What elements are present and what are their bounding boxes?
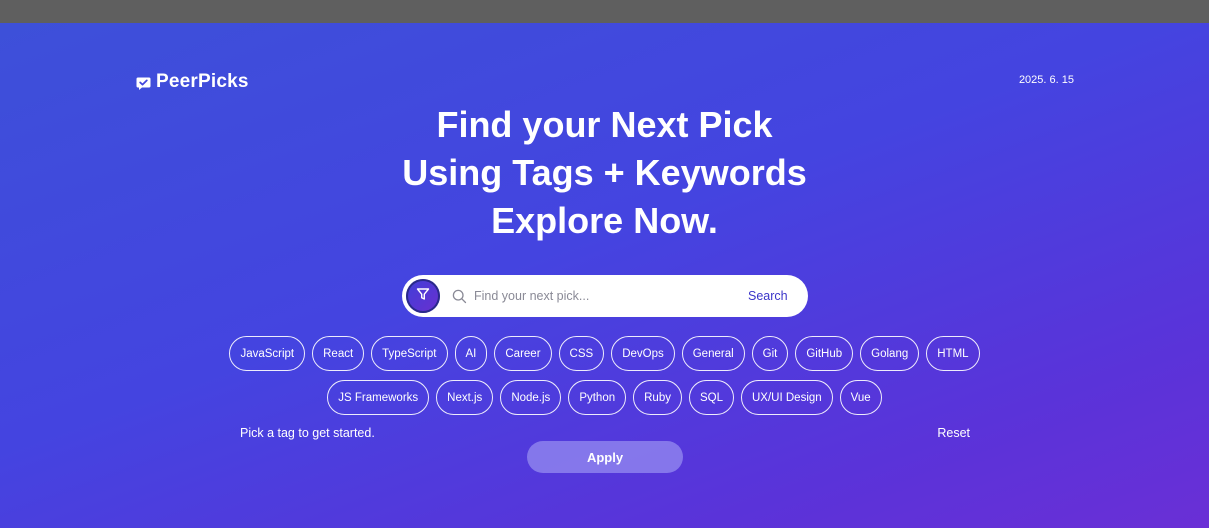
search-bar: Search	[402, 275, 808, 317]
headline-line-3: Explore Now.	[491, 200, 718, 241]
apply-button[interactable]: Apply	[527, 441, 683, 473]
tag-chip[interactable]: HTML	[926, 336, 980, 371]
filter-button[interactable]	[406, 279, 440, 313]
search-input[interactable]	[472, 280, 738, 312]
tag-chip[interactable]: UX/UI Design	[741, 380, 833, 415]
tag-chip[interactable]: Next.js	[436, 380, 494, 415]
brand-name: PeerPicks	[156, 71, 249, 92]
brand-logo[interactable]: PeerPicks	[136, 71, 249, 93]
hint-text: Pick a tag to get started.	[240, 426, 375, 440]
tag-chip[interactable]: JS Frameworks	[327, 380, 430, 415]
tag-row-1: JavaScript React TypeScript AI Career CSS DevO…	[0, 336, 1209, 371]
headline-line-2: Using Tags + Keywords	[402, 152, 807, 193]
tag-chip[interactable]: Ruby	[633, 380, 682, 415]
tag-chip[interactable]: General	[681, 336, 745, 371]
headline: Find your Next Pick Using Tags + Keyword…	[0, 101, 1209, 245]
search-icon	[452, 289, 467, 304]
tag-chip[interactable]: Python	[568, 380, 627, 415]
search-button[interactable]: Search	[748, 289, 788, 303]
hero-section: PeerPicks 2025. 6. 15 Find your Next Pic…	[0, 23, 1209, 528]
tag-chip[interactable]: GitHub	[795, 336, 854, 371]
tag-chip[interactable]: Git	[751, 336, 789, 371]
tag-chip[interactable]: JavaScript	[229, 336, 306, 371]
top-bar	[0, 0, 1209, 23]
tag-chip[interactable]: TypeScript	[371, 336, 448, 371]
tag-chip[interactable]: Node.js	[500, 380, 562, 415]
tag-row-2: JS Frameworks Next.js Node.js Python Ruby SQL…	[0, 380, 1209, 415]
tag-chip[interactable]: AI	[454, 336, 488, 371]
tag-chip[interactable]: CSS	[558, 336, 605, 371]
headline-line-1: Find your Next Pick	[436, 104, 773, 145]
chat-check-icon	[136, 75, 151, 90]
tag-chip[interactable]: Golang	[860, 336, 920, 371]
tag-chip[interactable]: Vue	[839, 380, 882, 415]
tag-chip[interactable]: SQL	[688, 380, 734, 415]
tag-chip[interactable]: DevOps	[611, 336, 675, 371]
current-date: 2025. 6. 15	[1018, 74, 1074, 86]
filter-icon	[415, 286, 431, 307]
tag-chip[interactable]: React	[312, 336, 365, 371]
tag-chip[interactable]: Career	[494, 336, 552, 371]
reset-button[interactable]: Reset	[937, 426, 970, 440]
